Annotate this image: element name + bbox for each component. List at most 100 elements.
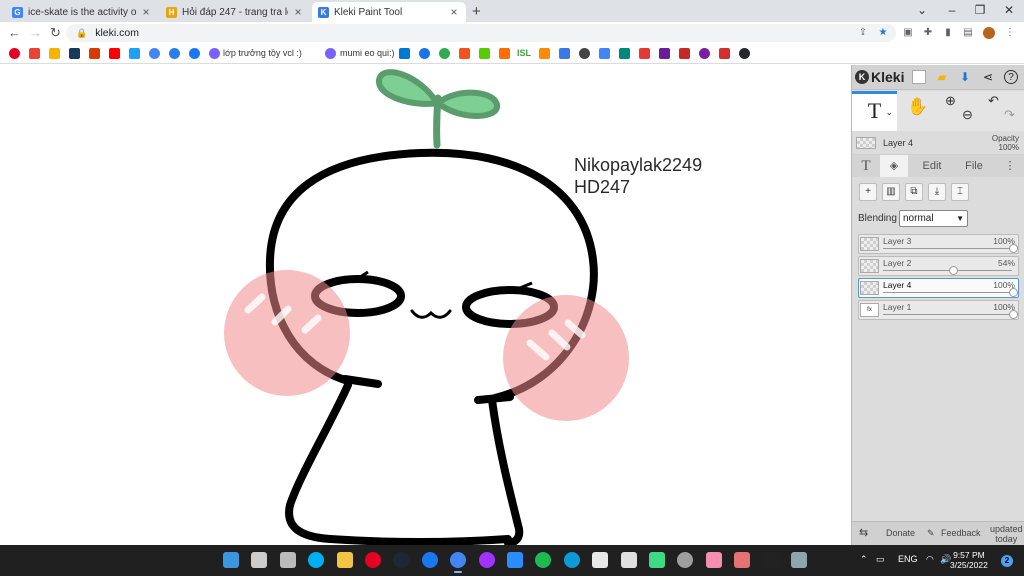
messenger-bookmark-icon[interactable]: [699, 48, 710, 59]
close-tab-icon[interactable]: ×: [140, 5, 152, 19]
facebook-icon[interactable]: [189, 48, 200, 59]
j-bookmark-icon[interactable]: [539, 48, 550, 59]
heart-app-icon[interactable]: [706, 552, 722, 568]
layer-opacity-slider[interactable]: [883, 270, 1012, 271]
dot-bookmark-icon[interactable]: [579, 48, 590, 59]
slider-handle[interactable]: [1009, 310, 1018, 319]
slider-handle[interactable]: [1009, 244, 1018, 253]
steam-icon[interactable]: [393, 552, 409, 568]
store-icon[interactable]: [592, 552, 608, 568]
game-bookmark-icon[interactable]: [459, 48, 470, 59]
tab-search-icon[interactable]: ⌄: [915, 3, 929, 17]
open-folder-icon[interactable]: ▰: [935, 70, 949, 84]
duolingo-icon[interactable]: [479, 48, 490, 59]
new-tab-button[interactable]: +: [472, 3, 481, 20]
feedback-button[interactable]: Feedback: [941, 528, 981, 538]
chrome-icon[interactable]: [450, 552, 466, 573]
chevron-down-icon[interactable]: ⌄: [885, 95, 893, 129]
lock-icon[interactable]: 🔒: [76, 28, 87, 39]
duplicate-layer-icon[interactable]: ⧉: [905, 183, 923, 201]
close-window-icon[interactable]: ✕: [1002, 3, 1016, 17]
blending-select[interactable]: normal ▼: [899, 210, 968, 227]
swap-icon[interactable]: ⇆: [859, 526, 868, 539]
clock[interactable]: 9:57 PM 3/25/2022: [950, 550, 988, 570]
shield-bookmark-icon[interactable]: [89, 48, 100, 59]
tab-layers[interactable]: ◈: [880, 155, 908, 177]
doc-bookmark-icon[interactable]: [599, 48, 610, 59]
messenger-bookmark-icon[interactable]: [209, 48, 220, 59]
wifi-icon[interactable]: ◠: [926, 554, 934, 565]
donate-button[interactable]: Donate: [886, 528, 915, 538]
reload-icon[interactable]: ↻: [50, 25, 61, 41]
meet-icon[interactable]: [619, 48, 630, 59]
rename-layer-icon[interactable]: ⌶: [951, 183, 969, 201]
zoom-in-icon[interactable]: ⊕: [945, 93, 956, 109]
paint-app-icon[interactable]: [734, 552, 750, 568]
new-image-icon[interactable]: [912, 70, 926, 84]
circle-app-icon[interactable]: [677, 552, 693, 568]
bag-bookmark-icon[interactable]: [639, 48, 650, 59]
layer-row[interactable]: fx Layer 1 100%: [858, 300, 1019, 320]
pinterest-app-icon[interactable]: [365, 552, 381, 568]
bookmark-star-icon[interactable]: ★: [877, 27, 889, 39]
google-bookmark-icon[interactable]: [149, 48, 160, 59]
share-icon[interactable]: ⇪: [857, 27, 869, 39]
updated-badge[interactable]: updated today: [990, 524, 1023, 544]
edge-bookmark-icon[interactable]: [169, 48, 180, 59]
slider-handle[interactable]: [948, 266, 958, 275]
windows-bookmark-icon[interactable]: [399, 48, 410, 59]
cursor-app-icon[interactable]: [763, 552, 779, 568]
photos-icon[interactable]: [621, 552, 637, 568]
drawing-canvas[interactable]: Nikopaylak2249 HD247: [0, 65, 851, 545]
tab-ice-skate[interactable]: G ice-skate is the activity of moving ×: [6, 2, 158, 22]
forward-icon[interactable]: →: [29, 25, 42, 40]
github-bookmark-icon[interactable]: [739, 48, 750, 59]
back-icon[interactable]: ←: [8, 25, 21, 40]
mail-bookmark-icon[interactable]: [679, 48, 690, 59]
windows-start-icon[interactable]: [223, 552, 239, 568]
menu-icon[interactable]: ⋮: [1004, 27, 1016, 39]
slider-handle[interactable]: [1009, 288, 1018, 297]
kleki-logo[interactable]: K Kleki: [855, 69, 904, 85]
camera-app-icon[interactable]: [791, 552, 807, 568]
pinterest-icon[interactable]: [9, 48, 20, 59]
sidepanel-icon[interactable]: ▤: [962, 27, 974, 39]
spotify-icon[interactable]: [535, 552, 551, 568]
tab-edit[interactable]: Edit: [912, 155, 952, 177]
messenger-icon[interactable]: [479, 552, 495, 568]
youtube-icon[interactable]: [109, 48, 120, 59]
green-circle-bookmark-icon[interactable]: [439, 48, 450, 59]
layer-opacity-slider[interactable]: [883, 292, 1012, 293]
restore-icon[interactable]: ❐: [973, 3, 987, 17]
tab-tool-settings[interactable]: T: [852, 155, 880, 177]
bookmark-mumi[interactable]: mumi eo qui:): [340, 48, 395, 58]
redo-icon[interactable]: ↷: [1004, 107, 1015, 123]
zoom-out-icon[interactable]: ⊖: [962, 107, 973, 123]
file-explorer-icon[interactable]: [337, 552, 353, 568]
tab-hoidap[interactable]: H Hỏi đáp 247 - trang tra loi ×: [160, 2, 310, 22]
twitter-icon[interactable]: [129, 48, 140, 59]
edge-icon[interactable]: [564, 552, 580, 568]
kleki-bookmark-icon[interactable]: [559, 48, 570, 59]
profile-avatar[interactable]: [983, 27, 995, 39]
language-indicator[interactable]: ENG: [898, 554, 918, 564]
star-bookmark-icon[interactable]: [719, 48, 730, 59]
search-icon[interactable]: [251, 552, 267, 568]
undo-icon[interactable]: ↶: [988, 93, 999, 109]
text-tool-button[interactable]: T ⌄: [852, 91, 897, 131]
url-field[interactable]: 🔒 kleki.com: [66, 24, 896, 42]
play-bookmark-icon[interactable]: [499, 48, 510, 59]
app-bookmark-icon[interactable]: [69, 48, 80, 59]
notification-badge[interactable]: 2: [1001, 555, 1013, 567]
tab-kleki[interactable]: K Kleki Paint Tool ×: [312, 2, 466, 22]
merge-down-icon[interactable]: ⤓: [928, 183, 946, 201]
layer-opacity-slider[interactable]: [883, 314, 1012, 315]
isl-bookmark-icon[interactable]: ISL: [517, 48, 531, 58]
delete-layer-icon[interactable]: ▥: [882, 183, 900, 201]
layer-row[interactable]: Layer 4 100%: [858, 278, 1019, 298]
messenger-bookmark-icon[interactable]: [325, 48, 336, 59]
close-tab-icon[interactable]: ×: [292, 5, 304, 19]
share-icon[interactable]: ⋖: [981, 70, 995, 84]
chevron-up-icon[interactable]: ⌃: [860, 554, 868, 565]
layer-opacity-slider[interactable]: [883, 248, 1012, 249]
